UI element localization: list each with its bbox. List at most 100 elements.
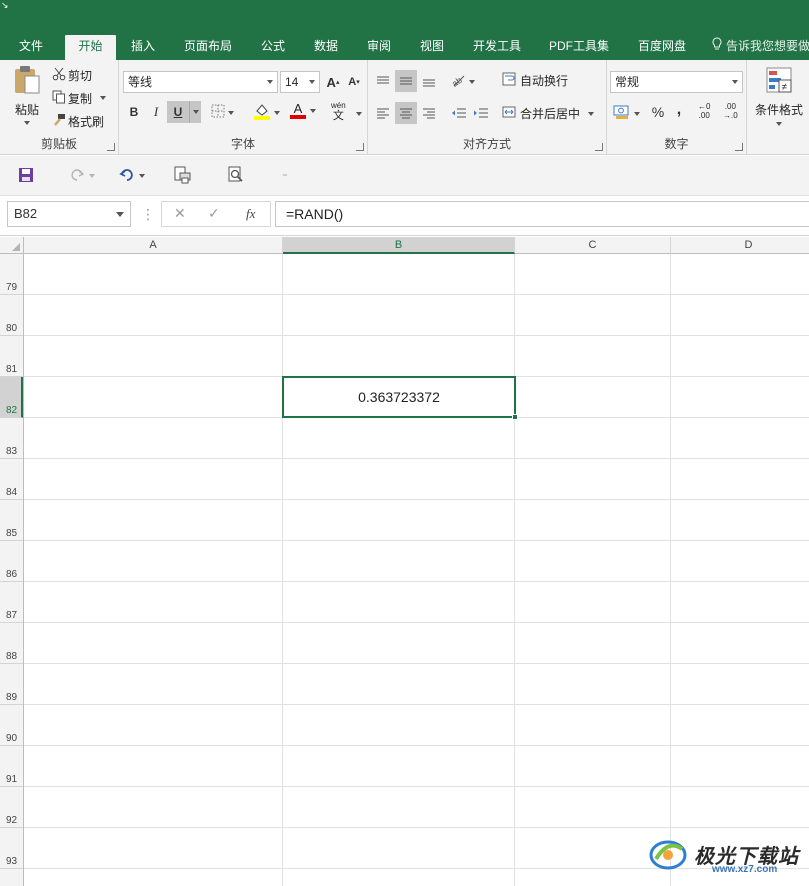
borders-button[interactable] [211,104,234,121]
orientation-button[interactable]: ab [450,72,475,91]
merge-dropdown-icon [588,111,595,116]
underline-button[interactable]: U [167,101,189,123]
insert-function-icon[interactable]: fx [246,206,255,222]
row-header-85[interactable]: 85 [0,500,23,541]
row-header-79[interactable]: 79 [0,254,23,295]
decrease-indent-button[interactable] [448,102,470,124]
name-box[interactable]: B82 [7,201,131,227]
align-right-button[interactable] [418,102,440,124]
title-bar: ↘ 文件 开始 插入 页面布局 公式 数据 审阅 视图 开发工具 PDF工具集 … [0,0,809,60]
tab-home[interactable]: 开始 [65,35,116,60]
align-middle-button[interactable] [395,70,417,92]
format-painter-icon [52,113,68,130]
row-header-82[interactable]: 82 [0,377,23,418]
paste-button[interactable]: 粘贴 [8,64,46,130]
print-preview-button[interactable] [173,164,191,188]
row-header-84[interactable]: 84 [0,459,23,500]
align-center-button[interactable] [395,102,417,124]
font-color-button[interactable]: A [289,102,316,119]
column-header-c[interactable]: C [515,237,671,254]
phonetic-sub-label: 文 [332,110,344,122]
tab-review[interactable]: 审阅 [357,35,401,60]
copy-button[interactable]: 复制 [52,89,107,107]
tell-me-text: 告诉我您想要做 [726,39,809,53]
row-gridline [24,745,809,746]
bold-button[interactable]: B [123,101,145,123]
format-painter-button[interactable]: 格式刷 [52,112,104,130]
tab-view[interactable]: 视图 [410,35,454,60]
fill-color-button[interactable] [253,102,280,123]
comma-button[interactable]: , [668,99,690,121]
increase-indent-button[interactable] [470,102,492,124]
find-button[interactable] [227,164,245,188]
tab-file[interactable]: 文件 [8,35,54,60]
row-header-80[interactable]: 80 [0,295,23,336]
increase-decimal-button[interactable]: ←0 .00 [698,102,710,120]
formula-bar: B82 ⋮ ✕ ✓ fx =RAND() [0,196,809,236]
column-header-b[interactable]: B [283,237,515,254]
redo-button[interactable] [68,164,95,188]
row-header-91[interactable]: 91 [0,746,23,787]
formula-bar-splitter[interactable]: ⋮ [141,206,155,223]
row-header-87[interactable]: 87 [0,582,23,623]
tab-page-layout[interactable]: 页面布局 [172,35,244,60]
accounting-icon [613,104,631,123]
column-header-a[interactable]: A [24,237,283,254]
align-top-button[interactable] [372,70,394,92]
clipboard-launcher-icon[interactable] [107,143,115,151]
row-header-81[interactable]: 81 [0,336,23,377]
accounting-format-button[interactable] [613,104,640,123]
row-header-90[interactable]: 90 [0,705,23,746]
text-orientation-icon: ab [450,72,466,91]
tab-developer[interactable]: 开发工具 [463,35,531,60]
active-cell-b82[interactable]: 0.363723372 [282,376,518,420]
fill-handle[interactable] [512,414,518,420]
row-header-88[interactable]: 88 [0,623,23,664]
undo-button[interactable] [118,164,145,188]
cut-button[interactable]: 剪切 [52,66,92,84]
save-button[interactable] [18,164,34,188]
italic-button[interactable]: I [145,101,167,123]
column-header-d[interactable]: D [671,237,809,254]
select-all-icon [12,243,20,251]
grow-font-button[interactable]: A ▴ [322,71,344,93]
watermark-domain: www.xz7.com [712,864,778,875]
row-header-89[interactable]: 89 [0,664,23,705]
row-header-93[interactable]: 93 [0,828,23,869]
phonetic-dropdown-icon[interactable] [356,112,362,116]
select-all-button[interactable] [0,237,24,254]
cell-grid[interactable]: 0.363723372 [24,254,809,886]
percent-button[interactable]: % [647,101,669,123]
paste-dropdown-icon[interactable] [24,121,30,125]
font-launcher-icon[interactable] [356,143,364,151]
underline-dropdown-icon[interactable] [189,101,201,123]
align-bottom-button[interactable] [418,70,440,92]
wrap-text-button[interactable]: 自动换行 [502,72,568,89]
font-name-dropdown-icon [267,80,273,84]
tab-data[interactable]: 数据 [304,35,348,60]
decrease-decimal-button[interactable]: .00 →.0 [723,102,738,120]
customize-qat-button[interactable]: ⁼ [282,164,288,188]
number-format-select[interactable]: 常规 [610,71,743,93]
tab-pdf-tools[interactable]: PDF工具集 [540,35,618,60]
tell-me-search[interactable]: 告诉我您想要做 [712,35,809,60]
conditional-format-button[interactable]: ≠ 条件格式 [751,66,807,126]
cancel-entry-icon[interactable]: ✕ [174,205,186,222]
tab-insert[interactable]: 插入 [121,35,165,60]
formula-input[interactable]: =RAND() [275,201,809,227]
font-size-select[interactable]: 14 [280,71,320,93]
copy-dropdown-icon[interactable] [100,96,107,100]
align-left-button[interactable] [372,102,394,124]
row-header-92[interactable]: 92 [0,787,23,828]
phonetic-button[interactable]: wén 文 [331,101,346,122]
font-name-select[interactable]: 等线 [123,71,278,93]
row-header-83[interactable]: 83 [0,418,23,459]
merge-center-button[interactable]: 合并后居中 [502,105,595,122]
shrink-font-button[interactable]: A ▾ [343,71,365,93]
number-launcher-icon[interactable] [735,143,743,151]
alignment-launcher-icon[interactable] [595,143,603,151]
tab-formulas[interactable]: 公式 [251,35,295,60]
confirm-entry-icon[interactable]: ✓ [208,205,220,222]
row-header-86[interactable]: 86 [0,541,23,582]
tab-baidu-netdisk[interactable]: 百度网盘 [627,35,697,60]
